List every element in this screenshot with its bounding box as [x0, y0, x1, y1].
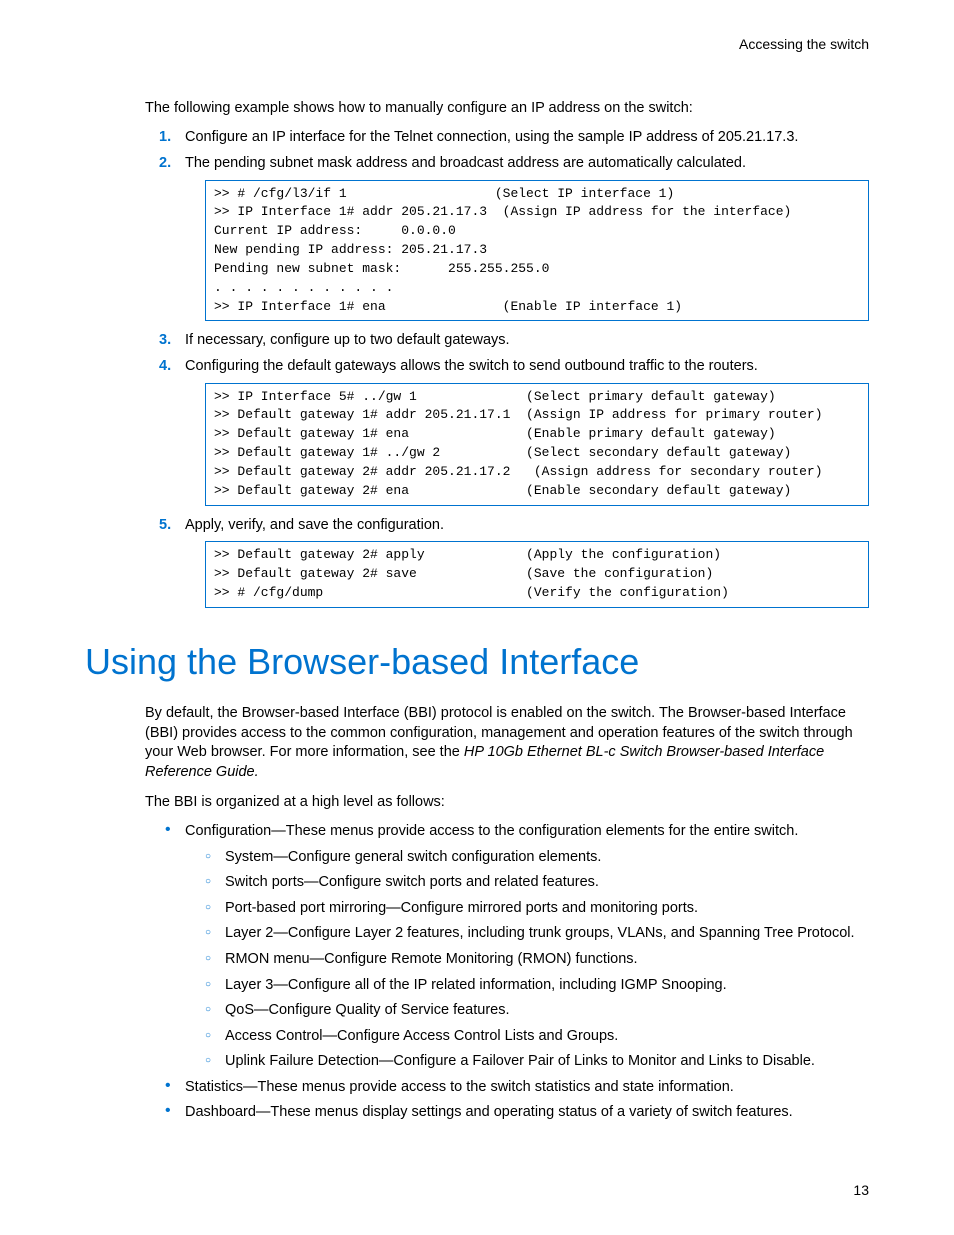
step-1: Configure an IP interface for the Telnet…	[185, 128, 869, 148]
bullet-dashboard: Dashboard—These menus display settings a…	[185, 1103, 869, 1123]
bullet-configuration-text: Configuration—These menus provide access…	[185, 823, 798, 839]
code-block-2: >> IP Interface 5# ../gw 1 (Select prima…	[205, 383, 869, 506]
bullet-statistics: Statistics—These menus provide access to…	[185, 1078, 869, 1098]
sub-rmon: RMON menu—Configure Remote Monitoring (R…	[225, 950, 869, 970]
code-block-1: >> # /cfg/l3/if 1 (Select IP interface 1…	[205, 180, 869, 322]
bbi-paragraph-1: By default, the Browser-based Interface …	[145, 704, 869, 782]
sub-l2: Layer 2—Configure Layer 2 features, incl…	[225, 924, 869, 944]
sub-mirror: Port-based port mirroring—Configure mirr…	[225, 899, 869, 919]
step-5-text: Apply, verify, and save the configuratio…	[185, 517, 444, 533]
step-2-text: The pending subnet mask address and broa…	[185, 155, 746, 171]
step-4: Configuring the default gateways allows …	[185, 357, 869, 377]
sub-ports: Switch ports—Configure switch ports and …	[225, 873, 869, 893]
sub-acl: Access Control—Configure Access Control …	[225, 1027, 869, 1047]
section-heading: Using the Browser-based Interface	[85, 638, 869, 687]
sub-qos: QoS—Configure Quality of Service feature…	[225, 1001, 869, 1021]
step-2: The pending subnet mask address and broa…	[185, 154, 869, 174]
step-5: Apply, verify, and save the configuratio…	[185, 516, 869, 536]
running-header: Accessing the switch	[85, 35, 869, 54]
sub-ufd: Uplink Failure Detection—Configure a Fai…	[225, 1052, 869, 1072]
sub-system: System—Configure general switch configur…	[225, 848, 869, 868]
page-number: 13	[853, 1181, 869, 1200]
sub-l3: Layer 3—Configure all of the IP related …	[225, 976, 869, 996]
step-4-text: Configuring the default gateways allows …	[185, 358, 758, 374]
step-1-text: Configure an IP interface for the Telnet…	[185, 129, 798, 145]
page: Accessing the switch The following examp…	[0, 0, 954, 1235]
step-3: If necessary, configure up to two defaul…	[185, 331, 869, 351]
step-3-text: If necessary, configure up to two defaul…	[185, 332, 510, 348]
code-block-3: >> Default gateway 2# apply (Apply the c…	[205, 541, 869, 608]
bbi-paragraph-2: The BBI is organized at a high level as …	[145, 793, 869, 813]
bullet-configuration: Configuration—These menus provide access…	[185, 822, 869, 1072]
intro-text: The following example shows how to manua…	[145, 99, 869, 119]
